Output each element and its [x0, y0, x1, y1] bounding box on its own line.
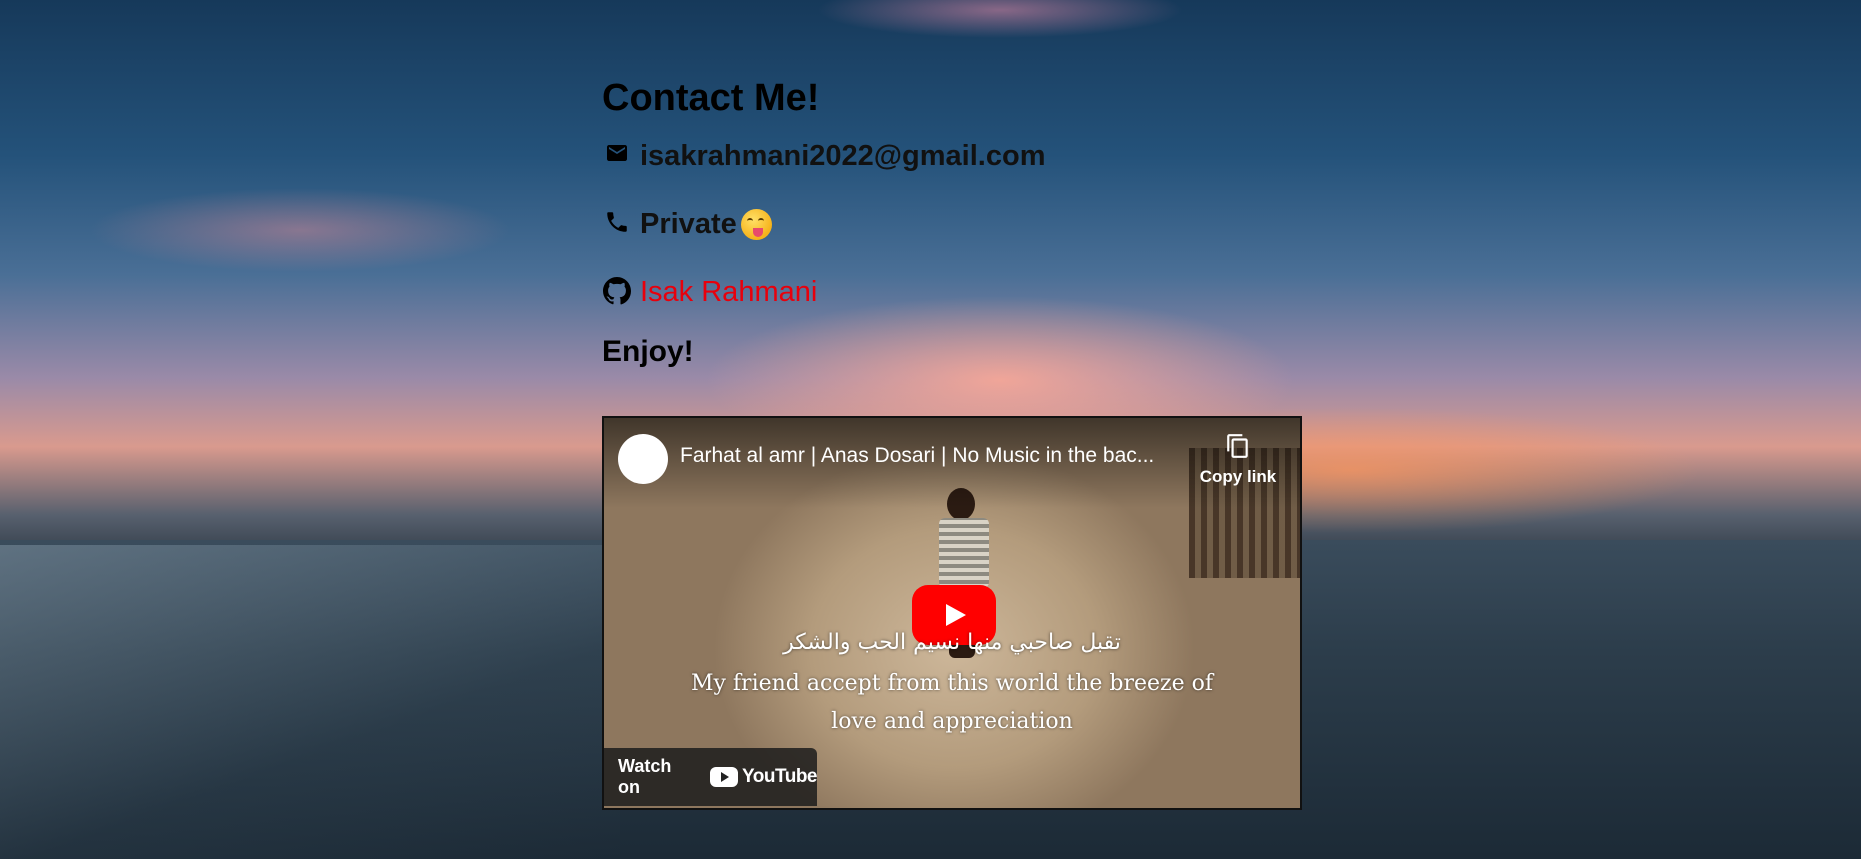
- mail-icon: [602, 141, 632, 171]
- youtube-embed[interactable]: Farhat al amr | Anas Dosari | No Music i…: [602, 416, 1302, 810]
- enjoy-heading: Enjoy!: [602, 335, 694, 368]
- youtube-play-icon: [710, 767, 739, 787]
- copy-link-label: Copy link: [1199, 467, 1277, 486]
- page-title: Contact Me!: [602, 77, 820, 119]
- subtitle-arabic: تقبل صاحبي منها نسيم الحب والشكر: [783, 630, 1121, 655]
- phone-row: Private: [602, 204, 1302, 244]
- subtitle-english-line1: My friend accept from this world the bre…: [690, 671, 1214, 696]
- email-address: isakrahmani2022@gmail.com: [640, 139, 1046, 172]
- github-icon: [602, 277, 632, 307]
- subtitle-english-line2: love and appreciation: [831, 709, 1073, 734]
- watch-on-youtube-button[interactable]: Watch on YouTube: [604, 748, 817, 806]
- background-water: [0, 545, 620, 859]
- watch-on-label: Watch on: [618, 756, 672, 797]
- phone-value: Private: [640, 207, 737, 240]
- youtube-wordmark: YouTube: [742, 766, 817, 787]
- github-row: Isak Rahmani: [602, 272, 1302, 312]
- winking-tongue-emoji-icon: [740, 208, 772, 240]
- video-title[interactable]: Farhat al amr | Anas Dosari | No Music i…: [680, 444, 1200, 468]
- contact-section: Contact Me! isakrahmani2022@gmail.com Pr…: [602, 70, 1302, 372]
- channel-avatar[interactable]: [618, 434, 668, 484]
- youtube-logo: YouTube: [710, 766, 817, 788]
- copy-icon: [1227, 434, 1248, 458]
- github-link[interactable]: Isak Rahmani: [640, 276, 817, 309]
- email-row: isakrahmani2022@gmail.com: [602, 136, 1302, 176]
- phone-icon: [602, 209, 632, 239]
- copy-link-button[interactable]: Copy link: [1198, 432, 1278, 487]
